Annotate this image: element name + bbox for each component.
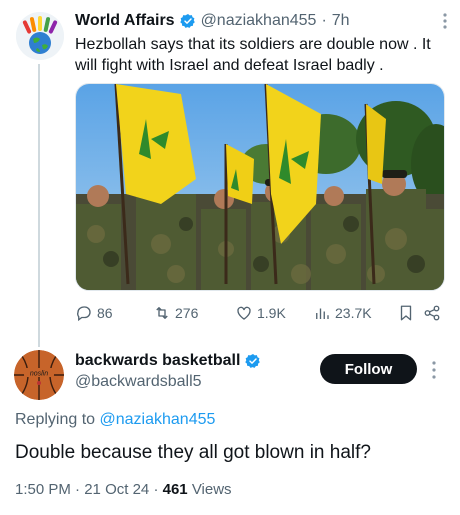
tweet1-header: World Affairs @naziakhan455 · 7h [75,10,448,32]
reply-button[interactable]: 86 [75,304,153,322]
like-icon [237,306,251,320]
svg-text:noslin: noslin [30,371,48,378]
tweet2-views-count: 461 [162,481,188,498]
follow-button[interactable]: Follow [320,354,417,384]
tweet2-author: backwards basketball [75,352,261,370]
verified-icon [179,14,195,28]
tweet2-time[interactable]: 1:50 PM [15,481,71,498]
tweet1-text: Hezbollah says that its soldiers are dou… [75,36,431,74]
share-icon [424,305,440,321]
retweet-icon [156,307,168,319]
tweet1-author-name[interactable]: World Affairs [75,12,175,30]
bookmark-icon [400,305,412,321]
like-count: 1.9K [257,305,286,321]
views-count: 23.7K [335,305,372,321]
world-affairs-avatar[interactable] [16,12,64,60]
verified-icon [245,354,261,368]
tweet1-photo[interactable] [75,83,445,291]
meta-separator-2: · [153,481,159,498]
tweet2-text: Double because they all got blown in hal… [15,442,371,463]
soldiers-with-flags-image [76,84,444,290]
tweet2-views-label: Views [191,481,232,498]
reply-count: 86 [97,305,113,321]
tweet1-time[interactable]: 7h [332,12,350,30]
tweet2-date[interactable]: 21 Oct 24 [84,481,149,498]
backwards-basketball-avatar[interactable]: noslin [14,350,64,400]
replying-to: Replying to @naziakhan455 [15,411,215,429]
tweet1-separator: · [321,12,327,29]
tweet2-meta: 1:50 PM · 21 Oct 24 · 461 Views [15,481,232,498]
tweet1-actions: 86 276 1.9K 23.7K [75,304,445,322]
globe-hands-icon [16,12,64,60]
tweet2-author-name[interactable]: backwards basketball [75,352,240,370]
retweet-button[interactable]: 276 [153,304,235,322]
retweet-count: 276 [175,305,199,321]
reply-icon [77,306,91,322]
replying-prefix: Replying to [15,411,96,428]
share-button[interactable] [423,304,441,322]
like-button[interactable]: 1.9K [235,304,313,322]
more-icon[interactable] [431,360,437,380]
basketball-icon: noslin [14,350,64,400]
more-icon[interactable] [442,12,448,30]
meta-separator-1: · [75,481,81,498]
tweet2-handle[interactable]: @backwardsball5 [75,373,202,391]
tweet1-handle[interactable]: @naziakhan455 [201,12,317,30]
thread-line [38,64,40,347]
bookmark-button[interactable] [397,304,423,322]
views-icon [316,308,329,319]
views-button[interactable]: 23.7K [313,304,397,322]
replying-handle-link[interactable]: @naziakhan455 [100,411,216,428]
